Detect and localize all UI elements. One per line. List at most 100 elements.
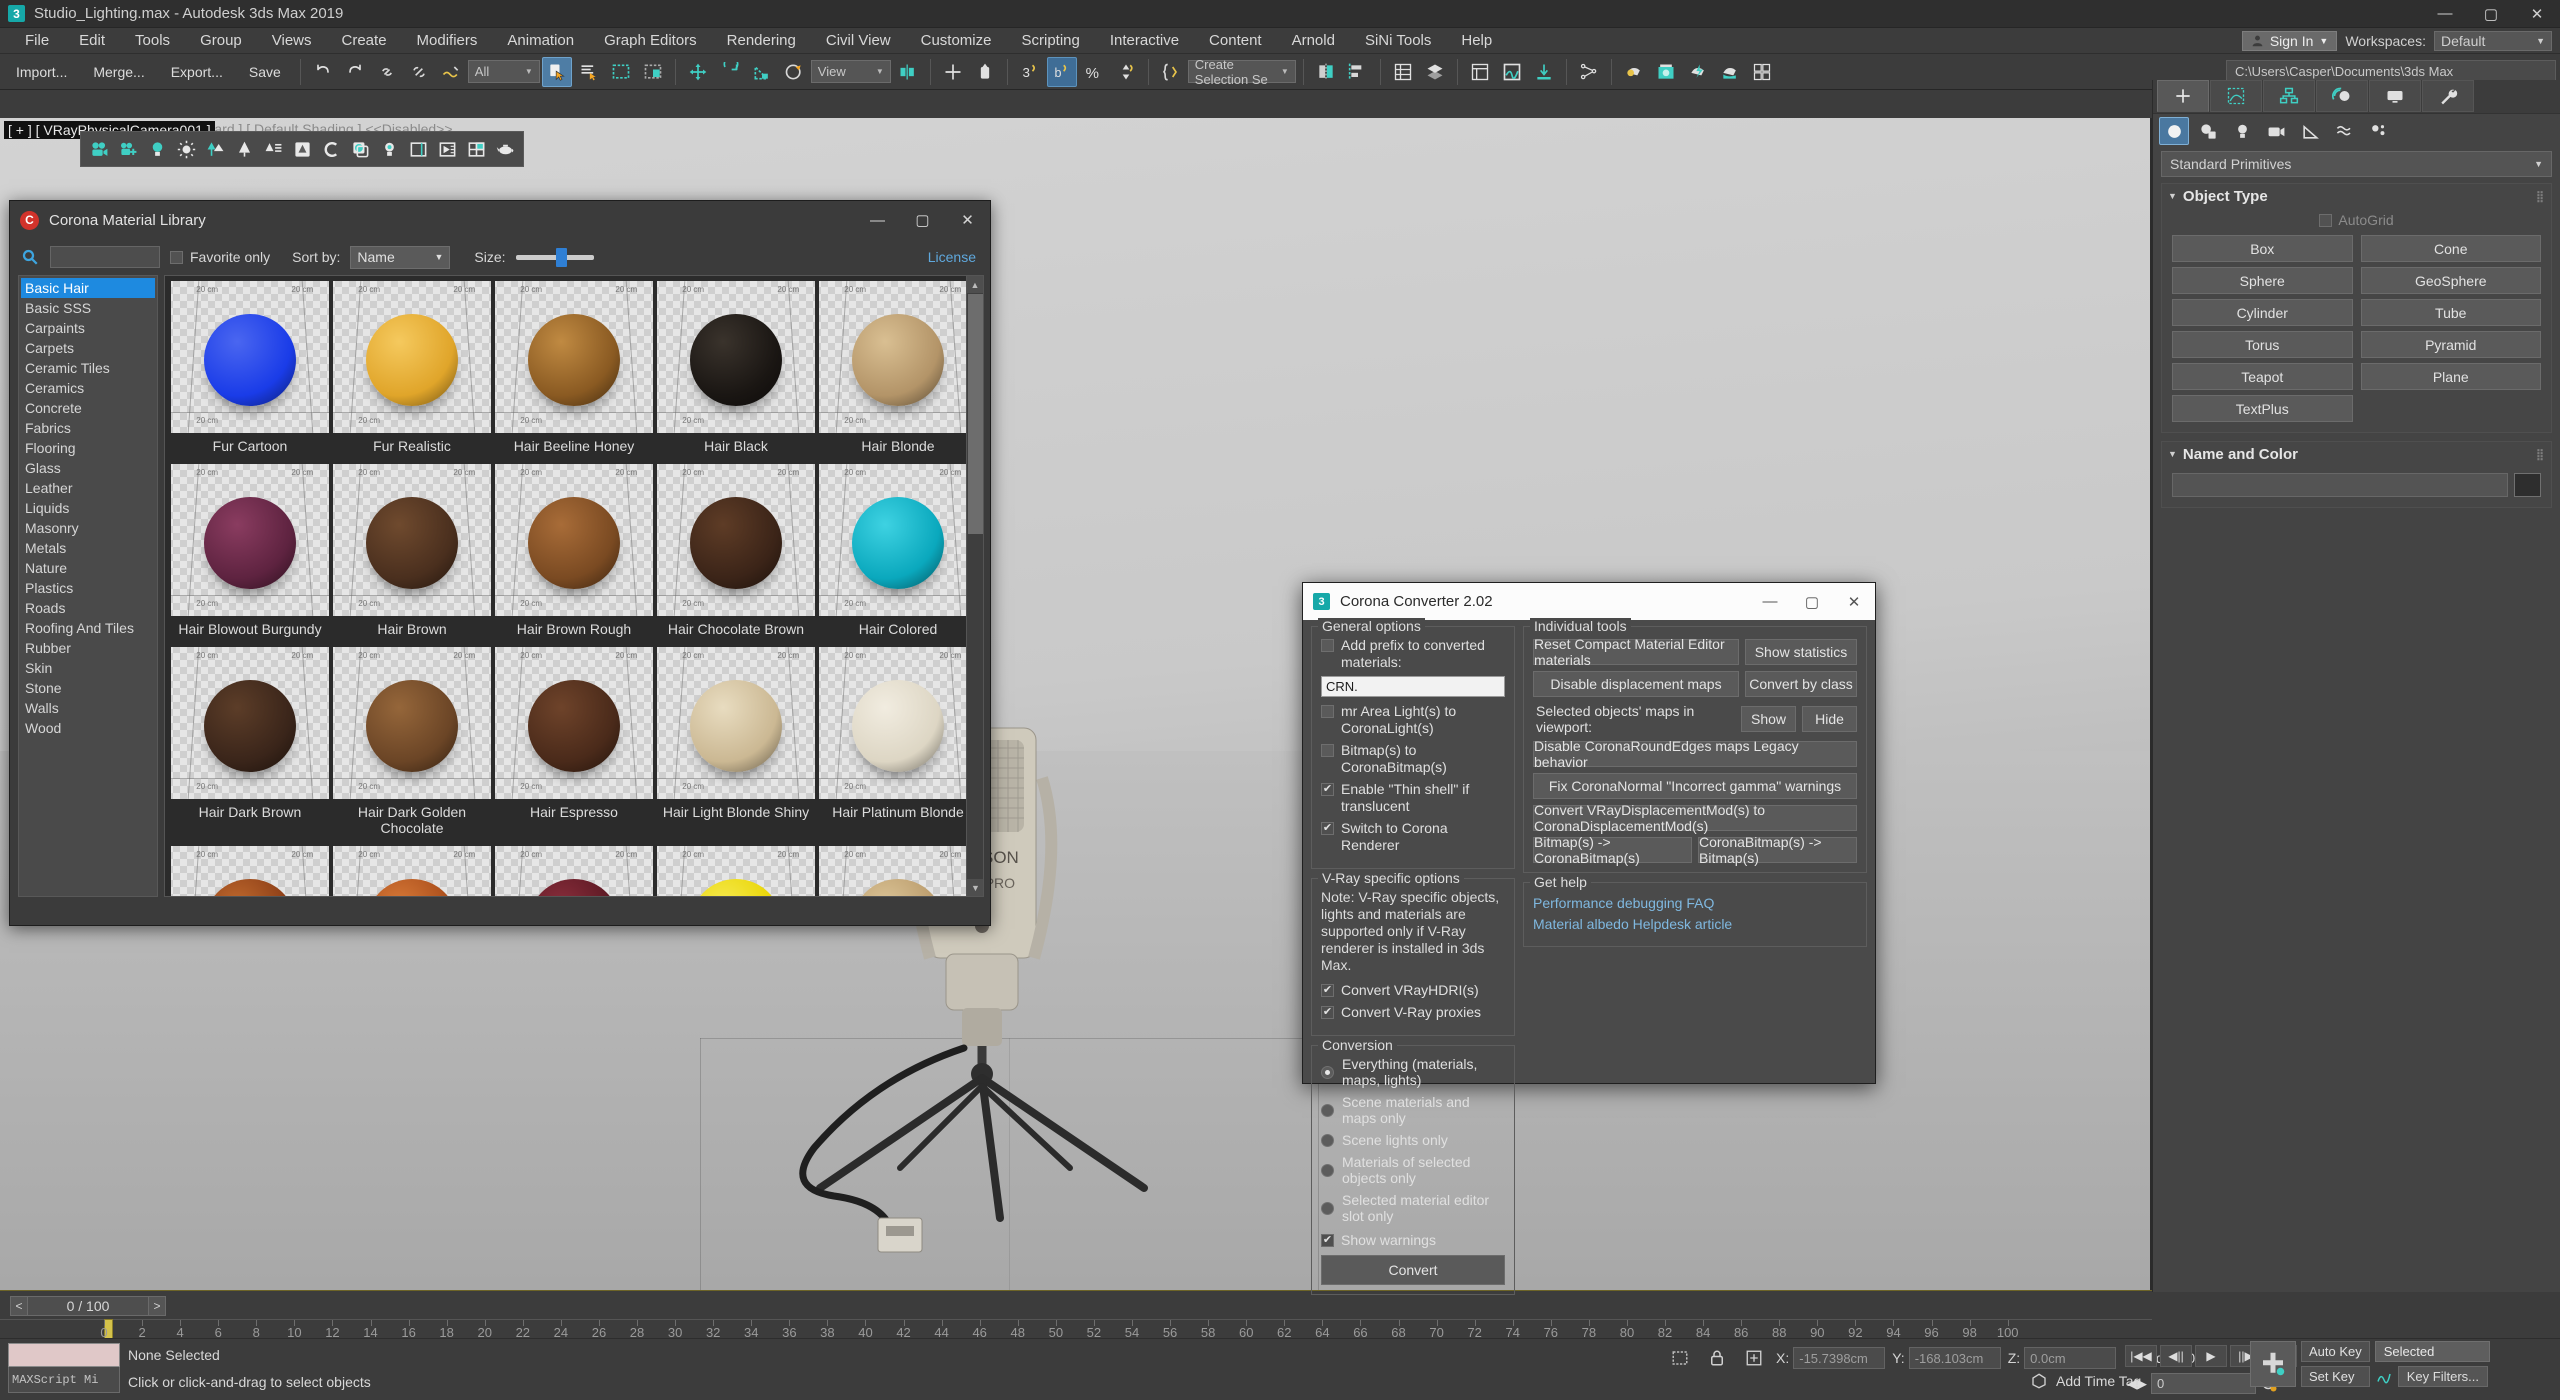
menu-file[interactable]: File: [10, 28, 64, 54]
maximize-button[interactable]: ▢: [2468, 0, 2514, 27]
category-item[interactable]: Masonry: [21, 518, 155, 538]
category-item[interactable]: Glass: [21, 458, 155, 478]
coord-y-value[interactable]: -168.103cm: [1909, 1347, 2001, 1369]
window-crossing-icon[interactable]: [638, 57, 668, 87]
menu-group[interactable]: Group: [185, 28, 257, 54]
material-cell[interactable]: 20 cm20 cm20 cmHair Espresso: [495, 647, 653, 844]
converter-minimize-button[interactable]: —: [1749, 583, 1791, 620]
menu-edit[interactable]: Edit: [64, 28, 120, 54]
material-thumbnail[interactable]: 20 cm20 cm20 cm: [495, 846, 653, 897]
material-cell[interactable]: 20 cm20 cm20 cmFur Cartoon: [171, 281, 329, 462]
material-grid-area[interactable]: 20 cm20 cm20 cmFur Cartoon20 cm20 cm20 c…: [164, 275, 984, 897]
key-tangent-icon[interactable]: [2375, 1368, 2393, 1386]
conversion-option-scene-materials[interactable]: Scene materials and maps only: [1321, 1094, 1505, 1126]
tab-hierarchy[interactable]: [2263, 80, 2315, 112]
material-cell[interactable]: 20 cm20 cm20 cmHair Chocolate Brown: [657, 464, 815, 645]
bitmap-to-coronabitmap-checkbox[interactable]: [1321, 744, 1334, 757]
convert-vray-proxies-row[interactable]: ✔ Convert V-Ray proxies: [1321, 1004, 1505, 1021]
coord-x[interactable]: X: -15.7398cm: [1776, 1347, 1885, 1369]
conversion-option-everything[interactable]: Everything (materials, maps, lights): [1321, 1056, 1505, 1088]
create-selection-set-dropdown[interactable]: Create Selection Se ▼: [1188, 60, 1296, 83]
fix-coronanormal-gamma-button[interactable]: Fix CoronaNormal "Incorrect gamma" warni…: [1533, 773, 1857, 799]
coord-y[interactable]: Y: -168.103cm: [1892, 1347, 2000, 1369]
play-panel-icon[interactable]: [433, 135, 461, 163]
converter-close-button[interactable]: ✕: [1833, 583, 1875, 620]
systems-icon[interactable]: [2363, 117, 2393, 145]
render-in-cloud-icon[interactable]: [1747, 57, 1777, 87]
lights-icon[interactable]: [2227, 117, 2257, 145]
convert-vray-proxies-checkbox[interactable]: ✔: [1321, 1006, 1334, 1019]
material-thumbnail[interactable]: 20 cm20 cm20 cm: [171, 647, 329, 799]
scroll-up-icon[interactable]: ▲: [967, 276, 983, 293]
slider-handle[interactable]: [556, 248, 567, 267]
category-item[interactable]: Basic SSS: [21, 298, 155, 318]
set-key-big-button[interactable]: [2250, 1341, 2296, 1387]
named-selection-sets-icon[interactable]: [1156, 57, 1186, 87]
autogrid-checkbox[interactable]: [2319, 214, 2332, 227]
menu-animation[interactable]: Animation: [492, 28, 589, 54]
category-item[interactable]: Flooring: [21, 438, 155, 458]
disable-displacement-maps-button[interactable]: Disable displacement maps: [1533, 671, 1739, 697]
select-and-link-icon[interactable]: [372, 57, 402, 87]
material-thumbnail[interactable]: 20 cm20 cm20 cm: [171, 846, 329, 897]
hide-maps-button[interactable]: Hide: [1802, 706, 1857, 732]
material-cell[interactable]: 20 cm20 cm20 cmFur Realistic: [333, 281, 491, 462]
create-plane-button[interactable]: Plane: [2361, 363, 2542, 390]
material-thumbnail[interactable]: 20 cm20 cm20 cm: [171, 464, 329, 616]
category-item[interactable]: Plastics: [21, 578, 155, 598]
category-item[interactable]: Wood: [21, 718, 155, 738]
frame-counter[interactable]: < 0 / 100 >: [10, 1296, 166, 1316]
material-thumbnail[interactable]: 20 cm20 cm20 cm: [333, 846, 491, 897]
frame-counter-value[interactable]: 0 / 100: [28, 1296, 148, 1316]
menu-customize[interactable]: Customize: [906, 28, 1007, 54]
space-warps-icon[interactable]: [2329, 117, 2359, 145]
spinner-arrows-icon[interactable]: [1111, 57, 1141, 87]
create-box-button[interactable]: Box: [2172, 235, 2353, 262]
save-button[interactable]: Save: [237, 59, 293, 85]
undo-icon[interactable]: [308, 57, 338, 87]
material-cell[interactable]: 20 cm20 cm20 cmHair Colored: [819, 464, 977, 645]
menu-graph-editors[interactable]: Graph Editors: [589, 28, 712, 54]
radio-selected-objects[interactable]: [1321, 1164, 1334, 1177]
curve-editor-icon[interactable]: [1497, 57, 1527, 87]
material-thumbnail[interactable]: 20 cm20 cm20 cm: [495, 281, 653, 433]
menu-civil-view[interactable]: Civil View: [811, 28, 906, 54]
license-link[interactable]: License: [928, 249, 976, 265]
menu-sini-tools[interactable]: SiNi Tools: [1350, 28, 1446, 54]
material-thumbnail[interactable]: 20 cm20 cm20 cm: [333, 647, 491, 799]
scene-explorer-icon[interactable]: [1465, 57, 1495, 87]
menu-scripting[interactable]: Scripting: [1006, 28, 1094, 54]
material-cell[interactable]: 20 cm20 cm20 cmHair Red Ginger: [333, 846, 491, 897]
category-item[interactable]: Roads: [21, 598, 155, 618]
material-thumbnail[interactable]: 20 cm20 cm20 cm: [657, 464, 815, 616]
merge-button[interactable]: Merge...: [81, 59, 156, 85]
trees-icon[interactable]: [201, 135, 229, 163]
category-item[interactable]: Metals: [21, 538, 155, 558]
switch-renderer-row[interactable]: ✔ Switch to Corona Renderer: [1321, 820, 1505, 854]
menu-arnold[interactable]: Arnold: [1277, 28, 1350, 54]
converter-maximize-button[interactable]: ▢: [1791, 583, 1833, 620]
angle-snap-icon[interactable]: [970, 57, 1000, 87]
create-sphere-button[interactable]: Sphere: [2172, 267, 2353, 294]
object-category-dropdown[interactable]: Standard Primitives ▼: [2161, 151, 2552, 177]
convert-vrayhdri-row[interactable]: ✔ Convert VRayHDRI(s): [1321, 982, 1505, 999]
tab-create[interactable]: [2157, 80, 2209, 112]
cameras-icon[interactable]: [2261, 117, 2291, 145]
redo-icon[interactable]: [340, 57, 370, 87]
create-cylinder-button[interactable]: Cylinder: [2172, 299, 2353, 326]
favorite-only-checkbox-row[interactable]: Favorite only: [170, 249, 270, 265]
material-grid-scrollbar[interactable]: ▲ ▼: [966, 276, 983, 896]
category-item[interactable]: Carpaints: [21, 318, 155, 338]
corona-converter-dialog[interactable]: 3 Corona Converter 2.02 — ▢ ✕ General op…: [1302, 582, 1876, 1084]
cml-minimize-button[interactable]: —: [855, 201, 900, 239]
render-production-icon[interactable]: [1683, 57, 1713, 87]
show-statistics-button[interactable]: Show statistics: [1745, 639, 1857, 665]
key-mode-arrows-icon[interactable]: ◀▶: [2127, 1376, 2147, 1392]
coord-z[interactable]: Z: 0.0cm: [2008, 1347, 2116, 1369]
radio-scene-lights[interactable]: [1321, 1134, 1334, 1147]
coronabitmap-to-bitmap-button[interactable]: CoronaBitmap(s) -> Bitmap(s): [1698, 837, 1857, 863]
spinner-snap-icon[interactable]: b: [1047, 57, 1077, 87]
category-item[interactable]: Concrete: [21, 398, 155, 418]
menu-modifiers[interactable]: Modifiers: [402, 28, 493, 54]
menu-content[interactable]: Content: [1194, 28, 1277, 54]
